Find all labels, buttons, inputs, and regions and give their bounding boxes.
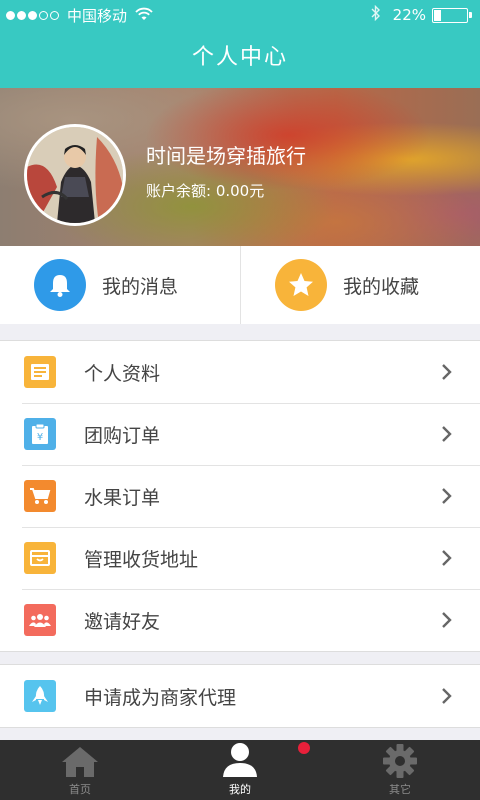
menu-item-label: 管理收货地址 [84,548,199,571]
friends-icon [24,604,56,636]
menu-item-group-orders[interactable]: ¥ 团购订单 [0,403,480,465]
chevron-right-icon [442,688,452,704]
status-right: 22% [371,4,472,25]
page-title: 个人中心 [191,45,288,70]
merchant-list: 申请成为商家代理 [0,664,480,728]
tab-mine[interactable]: 我的 [160,740,320,800]
battery-icon [432,7,472,23]
menu-item-become-agent[interactable]: 申请成为商家代理 [0,665,480,727]
nav-bar: 个人中心 [0,28,480,88]
my-favorites-label: 我的收藏 [343,275,420,298]
avatar[interactable] [24,124,126,226]
chevron-right-icon [442,488,452,504]
signal-dot [28,11,37,20]
menu-item-label: 邀请好友 [84,610,161,633]
profile-card-icon [24,356,56,388]
wifi-icon [135,7,153,25]
carrier-name: 中国移动 [67,7,128,25]
my-messages-button[interactable]: 我的消息 [0,246,240,324]
menu-item-label: 水果订单 [84,486,161,509]
gear-icon [383,744,417,778]
svg-text:¥: ¥ [37,432,43,443]
group-order-icon: ¥ [24,418,56,450]
notification-badge [298,742,310,754]
tab-other[interactable]: 其它 [320,740,480,800]
menu-item-label: 团购订单 [84,424,161,447]
signal-dots-icon [6,11,15,20]
chevron-right-icon [442,364,452,380]
chevron-right-icon [442,550,452,566]
tab-mine-label: 我的 [229,783,251,796]
bluetooth-icon [371,4,381,25]
menu-item-address[interactable]: 管理收货地址 [0,527,480,589]
address-box-icon [24,542,56,574]
menu-list: 个人资料 ¥ 团购订单 水果订单 管理收货地址 邀请好友 [0,340,480,652]
signal-dot [39,11,48,20]
menu-item-invite-friends[interactable]: 邀请好友 [0,589,480,651]
battery-percent: 22% [392,6,426,24]
cart-icon [24,480,56,512]
account-balance: 账户余额: 0.00元 [146,180,264,201]
user-icon [223,743,257,777]
balance-label: 账户余额: [146,182,216,200]
menu-item-profile[interactable]: 个人资料 [0,341,480,403]
star-icon [275,259,327,311]
home-icon [62,747,98,777]
tab-bar: 首页 我的 其它 [0,740,480,800]
tab-home-label: 首页 [69,783,91,796]
my-messages-label: 我的消息 [102,275,179,298]
menu-item-label: 申请成为商家代理 [84,686,237,709]
bell-icon [34,259,86,311]
rocket-icon [24,680,56,712]
chevron-right-icon [442,426,452,442]
status-left: 中国移动 [6,5,153,26]
balance-value: 0.00元 [215,182,265,200]
tab-other-label: 其它 [389,783,411,796]
menu-item-fruit-orders[interactable]: 水果订单 [0,465,480,527]
signal-dot [17,11,26,20]
status-bar: 中国移动 22% [0,0,480,28]
tab-home[interactable]: 首页 [0,740,160,800]
signal-dot [50,11,59,20]
menu-item-label: 个人资料 [84,362,161,385]
profile-banner: 时间是场穿插旅行 账户余额: 0.00元 [0,88,480,246]
user-name: 时间是场穿插旅行 [146,144,306,168]
chevron-right-icon [442,612,452,628]
quick-actions: 我的消息 我的收藏 [0,246,480,324]
my-favorites-button[interactable]: 我的收藏 [240,246,480,324]
